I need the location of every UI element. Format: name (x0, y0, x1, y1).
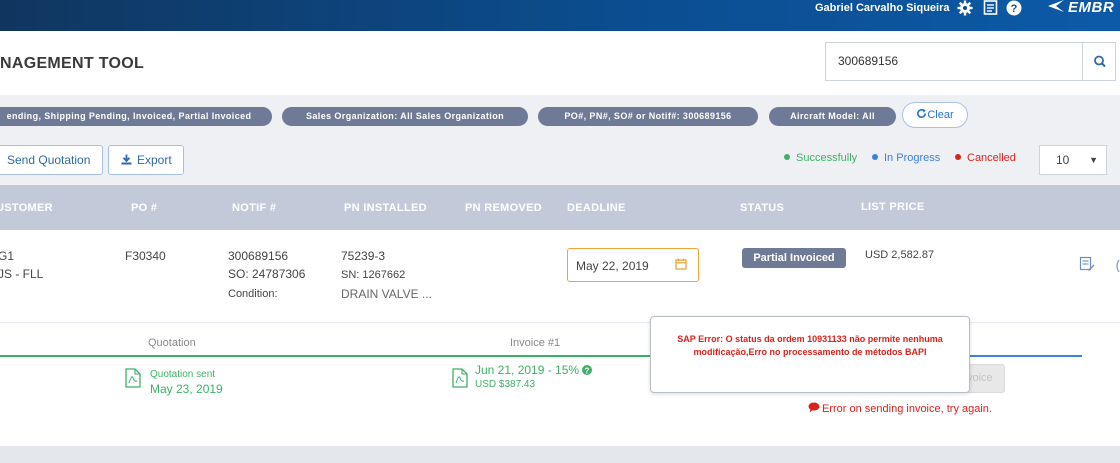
legend-dot-green (784, 154, 790, 160)
column-header-pn-installed[interactable]: PN INSTALLED (344, 202, 427, 214)
calendar-icon[interactable] (675, 258, 687, 270)
deadline-value: May 22, 2019 (576, 259, 649, 273)
page-size-select[interactable]: 10 ▼ (1039, 145, 1107, 175)
brand-logo: EMBR (1046, 0, 1114, 16)
document-icon[interactable] (983, 0, 998, 15)
column-header-list-price[interactable]: LIST PRICE (861, 201, 925, 213)
page-header: NAGEMENT TOOL 300689156 (0, 31, 1120, 95)
send-quotation-button[interactable]: Send Quotation (0, 145, 103, 175)
legend-label: Successfully (796, 152, 858, 164)
pdf-icon (452, 368, 468, 388)
filter-chip-aircraft-model[interactable]: Aircraft Model: All (769, 107, 896, 126)
download-icon (121, 154, 132, 165)
table-row[interactable]: G1 JS - FLL F30340 300689156 SO: 2478730… (0, 230, 1120, 323)
filter-bar: ending, Shipping Pending, Invoiced, Part… (0, 95, 1120, 139)
customer-location: JS - FLL (0, 267, 44, 281)
customer-code: G1 (0, 249, 15, 263)
export-button[interactable]: Export (108, 145, 184, 175)
serial-number: SN: 1267662 (341, 269, 406, 281)
status-badge: Partial Invoiced (742, 248, 846, 268)
refresh-icon (917, 108, 927, 118)
gear-icon[interactable] (957, 0, 973, 16)
brand-logo-icon (1048, 0, 1064, 12)
po-number: F30340 (125, 249, 166, 263)
search-icon (1094, 55, 1106, 68)
user-name[interactable]: Gabriel Carvalho Siqueira (815, 1, 950, 15)
column-header-deadline[interactable]: DEADLINE (567, 202, 626, 214)
part-description: DRAIN VALVE ... (341, 287, 432, 301)
top-bar: Gabriel Carvalho Siqueira ? EMBR (0, 0, 1120, 31)
legend-dot-blue (872, 154, 878, 160)
svg-text:?: ? (585, 366, 590, 375)
error-text: Error on sending invoice, try again. (822, 403, 992, 415)
quotation-date: May 23, 2019 (150, 382, 223, 396)
search-button[interactable] (1082, 42, 1116, 81)
footer-band (0, 446, 1120, 463)
page-size-value: 10 (1056, 153, 1070, 167)
column-header-notif[interactable]: NOTIF # (232, 202, 276, 214)
list-price: USD 2,582.87 (865, 249, 935, 261)
invoice-amount: USD $387.43 (475, 379, 536, 390)
pdf-icon (125, 368, 141, 388)
search-input[interactable]: 300689156 (825, 42, 1082, 81)
action-bar: Send Quotation Export Successfully In Pr… (0, 139, 1120, 185)
invoice-date-percentage: Jun 21, 2019 - 15% (475, 363, 580, 377)
legend-successfully: Successfully (784, 152, 857, 164)
chevron-down-icon: ▼ (1089, 155, 1098, 165)
step-label-invoice: Invoice #1 (510, 337, 561, 349)
comment-icon (808, 402, 820, 413)
condition-label: Condition: (228, 288, 278, 300)
column-header-customer[interactable]: USTOMER (0, 202, 53, 214)
help-icon[interactable]: ? (1006, 0, 1022, 16)
legend-label: Cancelled (967, 152, 1016, 164)
legend-cancelled: Cancelled (955, 152, 1016, 164)
export-label: Export (137, 153, 172, 167)
more-icon[interactable] (1114, 258, 1120, 274)
notif-number: 300689156 (228, 249, 289, 263)
pn-installed: 75239-3 (341, 249, 386, 263)
clear-label: Clear (927, 109, 954, 121)
legend-in-progress: In Progress (872, 152, 940, 164)
filter-chip-status[interactable]: ending, Shipping Pending, Invoiced, Part… (0, 107, 272, 126)
deadline-date-field[interactable]: May 22, 2019 (567, 248, 699, 282)
invoice-error-message: Error on sending invoice, try again. (808, 402, 992, 415)
step-label-quotation: Quotation (148, 337, 196, 349)
table-header: USTOMER PO # NOTIF # PN INSTALLED PN REM… (0, 185, 1120, 230)
legend-label: In Progress (884, 152, 941, 164)
help-icon[interactable]: ? (582, 365, 592, 375)
brand-text: EMBR (1068, 0, 1115, 16)
so-number: SO: 24787306 (228, 267, 306, 281)
progress-line-complete (0, 355, 660, 357)
edit-document-icon[interactable] (1079, 256, 1095, 272)
clear-button[interactable]: Clear (902, 102, 968, 128)
column-header-po[interactable]: PO # (131, 202, 157, 214)
filter-chip-sales-organization[interactable]: Sales Organization: All Sales Organizati… (282, 107, 528, 126)
page-title: NAGEMENT TOOL (0, 55, 145, 72)
filter-chip-search-term[interactable]: PO#, PN#, SO# or Notif#: 300689156 (538, 107, 758, 126)
column-header-status[interactable]: STATUS (740, 202, 784, 214)
legend-dot-red (955, 154, 961, 160)
quotation-status: Quotation sent (150, 369, 216, 380)
sap-error-tooltip: SAP Error: O status da ordem 10931133 nã… (650, 316, 970, 393)
column-header-pn-removed[interactable]: PN REMOVED (465, 202, 542, 214)
svg-text:?: ? (1011, 3, 1018, 15)
